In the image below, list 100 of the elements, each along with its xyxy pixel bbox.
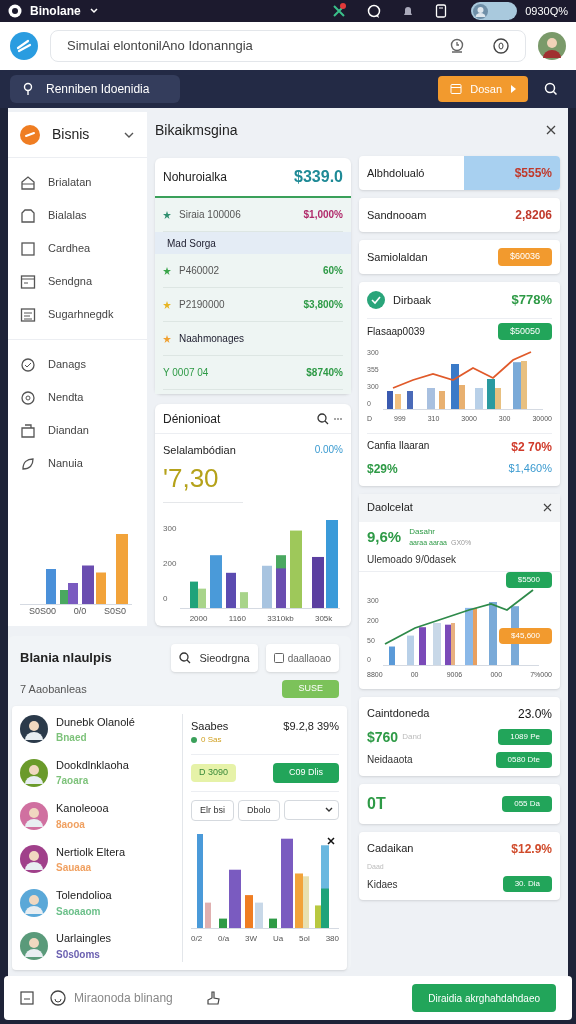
big-value: '7,30 [163,458,243,503]
member-name: Uarlaingles [56,931,112,947]
axis-label: 200 [163,557,177,570]
sidebar-item[interactable]: Danags [8,348,147,381]
filter-checkbox[interactable]: daallaoao [265,644,339,672]
member-role: Saoaaom [56,904,102,919]
note-text: Dasahr [409,525,436,538]
panel-title: Bikaikmsgina [155,120,239,140]
filter-button[interactable]: Elr bsi [191,799,234,821]
axis-label: Ua [272,933,284,945]
member-row[interactable]: Uarlaingles S0s0oms [20,930,178,962]
card-value: 23.0% [517,705,552,723]
member-row[interactable]: Dookdlnklaoha 7aoara [20,756,178,789]
row-label: Naahmonages [179,332,246,346]
detail-value: $9.2,8 39% [283,718,339,734]
filter-button[interactable]: Dbolo [238,799,280,821]
status-chip: D 3090 [191,764,237,782]
workspace-title: Bisnis [52,125,91,144]
member-role: 8aooa [56,817,86,832]
member-name: Tolendolioa [56,888,112,904]
metric-value: $555% [464,156,560,190]
sidebar-item[interactable]: Bialalas [8,199,147,232]
sidebar-item[interactable]: Nendta [8,381,147,414]
card-subtitle: Flasaap0039 [367,324,425,339]
card-title: Nohuroialka [163,169,228,186]
sidebar-item[interactable]: Cardhea [8,232,147,265]
member-row[interactable]: Tolendolioa Saoaaom [20,887,178,919]
row-label: Neidaaota [367,753,413,767]
metric-label: Sandnooam [367,207,427,223]
message-field[interactable]: Miraonoda blinang [50,989,173,1007]
footer-value: $2 70% [511,438,552,456]
axis-label: S0S00 [28,604,56,618]
metric-value: 2,8206 [515,207,553,224]
member-name: Dookdlnklaoha [56,757,129,773]
card-title: Cadaikan [367,840,414,856]
axis-label: 0 [163,592,169,605]
value-badge: $5500 [505,572,552,588]
member-row[interactable]: Dunebk Olanolé Bnaed [20,713,178,745]
axis-label: 380 [325,933,339,945]
metric-badge: $60036 [497,248,552,266]
axis-label: 0/2 [191,933,203,945]
section-heading: Mad Sorga [155,232,351,254]
row-value: $8740% [306,366,343,380]
member-role: Sauaaa [56,861,93,876]
axis-label: 300 [163,522,177,535]
search-field[interactable]: Sieodrgna [171,644,258,672]
axis-label: 2000 [189,612,208,625]
value-badge: $45,600 [499,628,552,644]
metric-label: Samiolaldan [367,249,428,265]
value-badge: 1089 Pe [498,729,552,745]
value-badge: 055 Da [502,795,552,812]
value-badge: 0580 Dte [495,751,552,768]
row-value: 60% [323,264,343,278]
metric-label: Albhdolualó [367,165,425,181]
card-title: Dirbaak [393,292,432,308]
row-value: $3,800% [303,298,343,312]
search-field[interactable]: Simulai elontonilAno Idonanngia [50,30,526,62]
sidebar-item[interactable]: Sendgna [8,265,147,298]
card-title: Dénionioat [163,410,221,428]
member-row[interactable]: Nertiolk Eltera Sauaaa [20,843,178,876]
value-badge: $50050 [497,322,552,340]
card-title: Caintdoneda [367,705,430,721]
sidebar-item[interactable]: Sugarhnegdk [8,298,147,331]
member-row[interactable]: Kanoleooa 8aooa [20,800,178,832]
stat-value: $29% [367,460,398,478]
row-label: Kidaes [367,877,398,892]
count-badge: SUSE [282,680,339,698]
member-role: Bnaed [56,731,88,745]
member-count: 7 Aaobanleas [20,681,87,697]
status-text: 0 Sas [201,734,222,746]
axis-label: 3310kb [267,612,294,625]
sidebar-item[interactable]: Diandan [8,414,147,447]
axis-label: 3W [245,933,258,945]
stat-value: $1,460% [508,460,552,476]
card-subtitle: Selalambódian [163,443,236,458]
app-name: Binolane [30,3,81,20]
note-text: Dand [402,731,423,743]
location-selector[interactable]: Renniben Idoenidia [10,75,180,103]
axis-label: 0/a [218,933,230,945]
member-role: 7aoara [56,774,90,789]
card-value: $778% [511,291,552,309]
member-name: Kanoleooa [56,801,109,817]
row-label: Siraia 100006 [179,208,242,222]
card-value: $339.0 [294,167,343,187]
row-label: P460002 [179,264,221,278]
axis-label: 305k [314,612,333,625]
axis-label: 0/0 [73,604,87,618]
footer-label: Canfia Ilaaran [367,438,430,453]
sidebar-item[interactable]: Nanuia [8,447,147,480]
member-role: S0s0oms [56,947,101,962]
card-value: $12.9% [511,840,552,858]
row-label: Y 0007 04 [163,366,210,380]
axis-label: 1160 [228,612,246,625]
row-value: $1,000% [303,208,343,222]
member-name: Dunebk Olanolé [56,714,135,730]
panel-title: Blania nlaulpis [20,649,113,668]
axis-label: 5ol [299,933,310,945]
row-label: P2190000 [179,298,226,312]
sidebar-item[interactable]: Brialatan [8,166,147,199]
forecast-value: 9,6% [367,526,402,547]
